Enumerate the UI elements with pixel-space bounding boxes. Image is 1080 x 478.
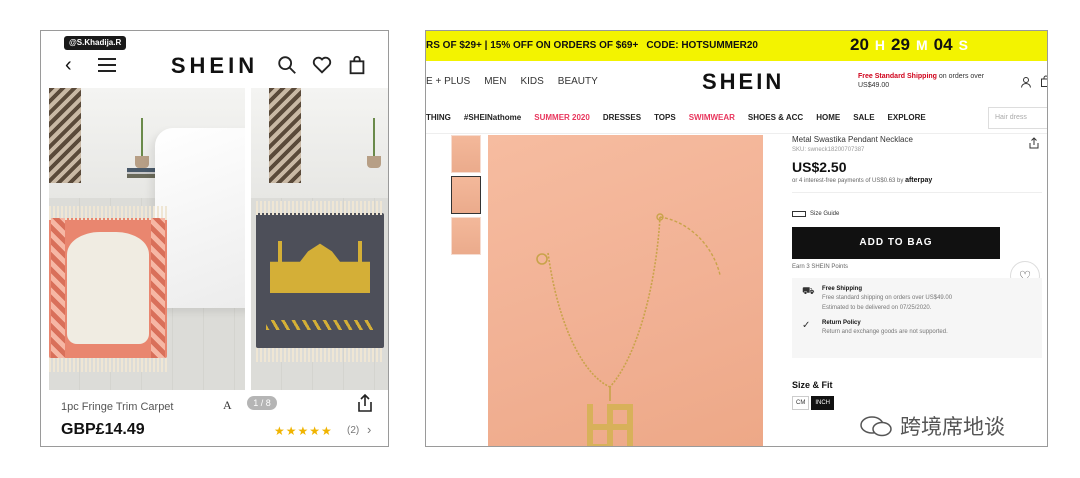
unit-inch-button[interactable]: INCH <box>811 396 835 410</box>
unit-toggle: CM INCH <box>792 396 1042 410</box>
wechat-icon <box>860 416 892 437</box>
desktop-site-screenshot: RS OF $29+ | 15% OFF ON ORDERS OF $69+ CO… <box>425 30 1048 447</box>
thumbnail[interactable] <box>451 217 481 255</box>
thumbnail-selected[interactable] <box>451 176 481 214</box>
product-title: 1pc Fringe Trim Carpet <box>61 401 174 413</box>
product-main-image[interactable] <box>488 135 763 446</box>
return-policy-title: Return Policy <box>822 320 861 326</box>
heart-icon[interactable] <box>311 54 333 76</box>
shield-check-icon: ✓ <box>802 320 811 331</box>
promo-banner[interactable]: RS OF $29+ | 15% OFF ON ORDERS OF $69+ CO… <box>426 31 1047 61</box>
nav-home[interactable]: HOME <box>816 113 840 122</box>
carpet-photo-pink[interactable] <box>49 88 245 390</box>
shein-logo[interactable]: SHEIN <box>702 69 784 95</box>
user-icon[interactable] <box>1020 76 1032 88</box>
share-icon[interactable] <box>1028 137 1040 149</box>
countdown-timer: 20 H 29 M 04 S <box>850 35 968 54</box>
divider <box>792 192 1042 193</box>
nav-swimwear[interactable]: SWIMWEAR <box>689 113 735 122</box>
return-policy-desc: Return and exchange goods are not suppor… <box>822 329 948 335</box>
nav-beauty[interactable]: BEAUTY <box>558 76 598 87</box>
search-input[interactable]: Hair dress <box>988 107 1047 129</box>
bag-icon[interactable] <box>346 54 368 76</box>
nav-tops[interactable]: TOPS <box>654 113 676 122</box>
nav-dresses[interactable]: DRESSES <box>603 113 641 122</box>
category-links: E + PLUS MEN KIDS BEAUTY <box>426 76 598 87</box>
product-name: Metal Swastika Pendant Necklace <box>792 135 913 144</box>
unit-cm-button[interactable]: CM <box>792 396 810 410</box>
promo-code: CODE: HOTSUMMER20 <box>646 40 758 51</box>
nav-men[interactable]: MEN <box>484 76 506 87</box>
mobile-header: ‹ SHEIN <box>41 45 388 85</box>
image-letter: A <box>223 398 232 412</box>
watermark-text: 跨境席地谈 <box>900 416 1005 439</box>
bag-icon[interactable] <box>1040 75 1048 87</box>
share-icon[interactable] <box>355 393 375 413</box>
truck-icon: ⛟ <box>802 286 815 297</box>
search-icon[interactable] <box>276 54 298 76</box>
thumbnail[interactable] <box>451 135 481 173</box>
delivery-estimate: Estimated to be delivered on 07/25/2020. <box>822 305 932 311</box>
free-shipping-title: Free Shipping <box>822 286 863 292</box>
necklace-illustration <box>536 213 721 446</box>
user-handle-tag: @S.Khadija.R <box>64 36 127 50</box>
afterpay-logo: afterpay <box>905 177 933 184</box>
nav-shein-at-home[interactable]: #SHEINathome <box>464 113 521 122</box>
rating-stars[interactable]: ★★★★★ <box>274 424 333 438</box>
product-sku: SKU: swneck18200707387 <box>792 147 865 153</box>
afterpay-text[interactable]: or 4 interest-free payments of US$0.63 b… <box>792 177 1042 184</box>
product-info-panel: Metal Swastika Pendant Necklace SKU: swn… <box>792 135 1042 410</box>
product-image-gallery[interactable] <box>49 88 388 390</box>
nav-shoes-acc[interactable]: SHOES & ACC <box>748 113 803 122</box>
image-pager: 1 / 8 <box>247 396 277 410</box>
free-shipping-desc: Free standard shipping on orders over US… <box>822 295 953 301</box>
header-icons <box>276 54 368 76</box>
thumbnail-list <box>451 135 481 258</box>
nav-explore[interactable]: EXPLORE <box>888 113 926 122</box>
nav-sale[interactable]: SALE <box>853 113 874 122</box>
shein-points-text: Earn 3 SHEIN Points <box>792 264 849 270</box>
product-price: US$2.50 <box>792 159 847 175</box>
nav-summer-2020[interactable]: SUMMER 2020 <box>534 113 590 122</box>
nav-kids[interactable]: KIDS <box>520 76 543 87</box>
product-price: GBP£14.49 <box>61 421 145 438</box>
nav-clothing[interactable]: THING <box>426 113 451 122</box>
rating-count[interactable]: (2) <box>347 425 359 436</box>
top-nav: E + PLUS MEN KIDS BEAUTY SHEIN Free Stan… <box>426 61 1047 101</box>
chevron-right-icon[interactable]: › <box>367 422 371 437</box>
add-to-bag-button[interactable]: ADD TO BAG <box>792 227 1000 259</box>
main-nav: THING #SHEINathome SUMMER 2020 DRESSES T… <box>426 101 1047 134</box>
nav-plus[interactable]: E + PLUS <box>426 76 470 87</box>
size-guide-link[interactable]: Size Guide <box>792 211 1042 217</box>
mobile-app-screenshot: ‹ SHEIN A 1 / 8 1pc Fringe Trim Carpet G… <box>40 30 389 447</box>
carpet-photo-gray[interactable] <box>251 88 388 390</box>
promo-text: RS OF $29+ | 15% OFF ON ORDERS OF $69+ CO… <box>426 40 758 51</box>
shipping-info-box: ⛟ Free Shipping Free standard shipping o… <box>792 278 1042 358</box>
size-fit-heading[interactable]: Size & Fit <box>792 380 1042 390</box>
wechat-watermark: 跨境席地谈 <box>858 411 1005 441</box>
ruler-icon <box>792 211 806 217</box>
free-shipping-notice[interactable]: Free Standard Shipping on orders over US… <box>858 72 998 90</box>
